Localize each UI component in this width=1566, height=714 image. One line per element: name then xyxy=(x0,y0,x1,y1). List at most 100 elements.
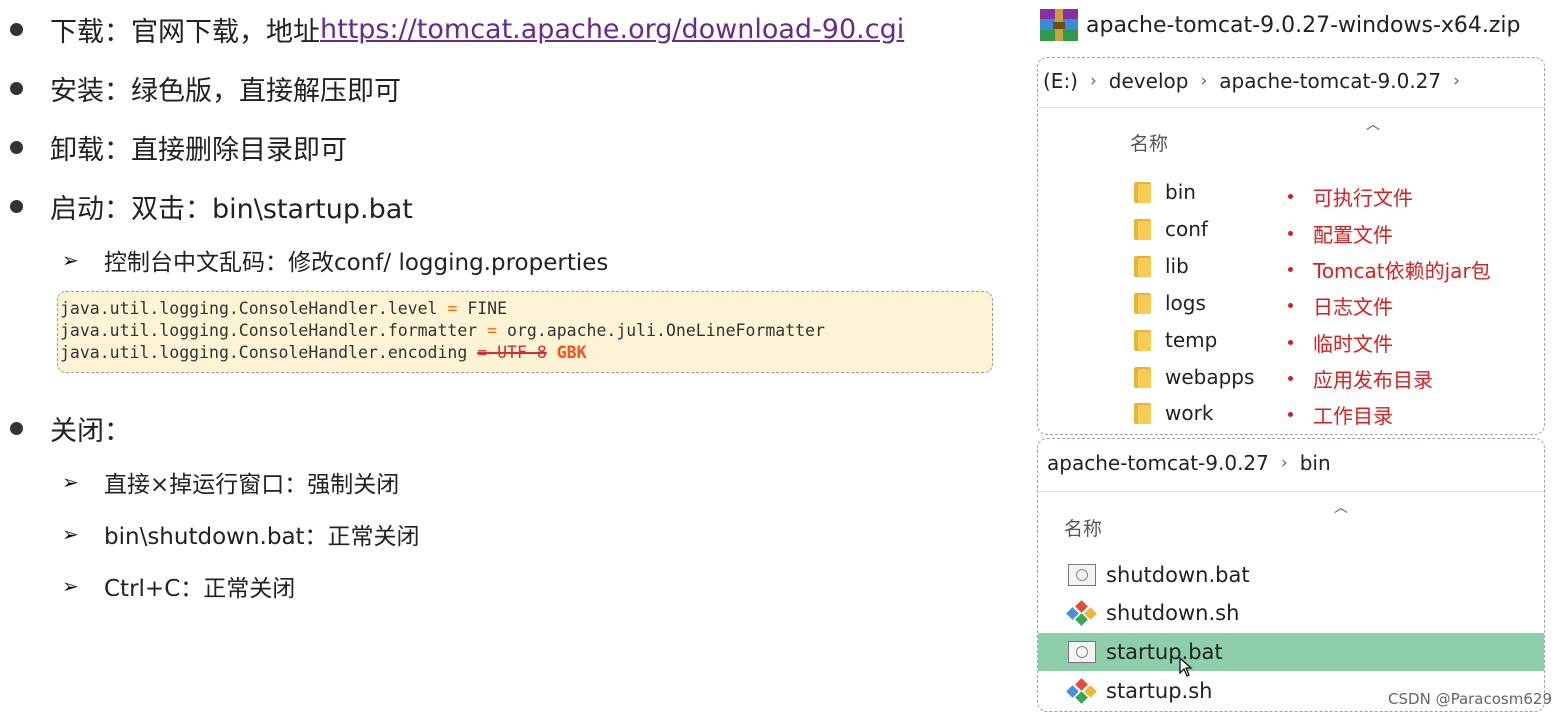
bullet-text: 卸载：直接删除目录即可 xyxy=(50,134,347,166)
bullet-text: 下载：官网下载，地址 xyxy=(50,16,320,48)
breadcrumb: apache-tomcat-9.0.27 › bin xyxy=(1047,451,1331,475)
folder-item-temp[interactable]: temp xyxy=(1134,323,1217,357)
download-link[interactable]: https://tomcat.apache.org/download-90.cg… xyxy=(320,14,904,45)
sub-item-shutdown: ➢ bin\shutdown.bat：正常关闭 xyxy=(62,517,420,551)
chevron-right-icon: › xyxy=(1280,453,1288,473)
red-bullet-icon xyxy=(1288,230,1293,236)
arrow-bullet-icon: ➢ xyxy=(62,574,79,598)
bullet-startup: 启动：双击：bin\startup.bat xyxy=(10,186,413,226)
sh-file-icon xyxy=(1066,678,1097,704)
code-operator: = xyxy=(447,299,458,318)
folder-item-webapps[interactable]: webapps xyxy=(1134,360,1254,394)
code-line-1: java.util.logging.ConsoleHandler.level =… xyxy=(60,298,992,320)
file-name: startup.sh xyxy=(1106,679,1213,703)
file-name: startup.bat xyxy=(1106,640,1223,664)
bullet-dot xyxy=(10,421,23,435)
file-item-shutdown-bat[interactable]: shutdown.bat xyxy=(1038,556,1544,594)
sort-caret-icon[interactable]: ︿ xyxy=(1334,497,1348,517)
chevron-right-icon: › xyxy=(1200,71,1208,91)
breadcrumb-drive[interactable]: (E:) xyxy=(1043,69,1078,93)
folder-name: bin xyxy=(1165,180,1196,204)
sub-item-ctrl-c: ➢ Ctrl+C：正常关闭 xyxy=(62,569,295,603)
sub-item-text: Ctrl+C：正常关闭 xyxy=(104,576,296,602)
folder-name: conf xyxy=(1165,217,1208,241)
zip-file[interactable]: apache-tomcat-9.0.27-windows-x64.zip xyxy=(1038,6,1521,44)
folder-item-lib[interactable]: lib xyxy=(1134,249,1189,283)
code-old-value: UTF-8 xyxy=(497,343,547,362)
bullet-dot xyxy=(10,199,23,213)
chevron-right-icon[interactable]: › xyxy=(1453,71,1460,91)
breadcrumb-bin[interactable]: bin xyxy=(1300,451,1331,475)
folder-item-bin[interactable]: bin xyxy=(1134,175,1196,209)
breadcrumb-develop[interactable]: develop xyxy=(1109,69,1189,93)
folder-icon xyxy=(1134,366,1151,388)
code-line-3: java.util.logging.ConsoleHandler.encodin… xyxy=(60,342,992,364)
folder-icon xyxy=(1134,181,1151,203)
sub-item-text: 直接×掉运行窗口：强制关闭 xyxy=(104,472,400,498)
breadcrumb: (E:) › develop › apache-tomcat-9.0.27 › xyxy=(1043,69,1472,93)
code-key: java.util.logging.ConsoleHandler.encodin… xyxy=(60,343,468,362)
sub-item-text: 控制台中文乱码：修改conf/ logging.properties xyxy=(104,250,609,276)
bullet-uninstall: 卸载：直接删除目录即可 xyxy=(10,127,347,167)
bullet-close: 关闭： xyxy=(10,408,131,448)
code-line-2: java.util.logging.ConsoleHandler.formatt… xyxy=(60,320,992,342)
zip-filename: apache-tomcat-9.0.27-windows-x64.zip xyxy=(1086,12,1521,38)
sub-item-text: bin\shutdown.bat：正常关闭 xyxy=(104,524,420,550)
bullet-text: 关闭： xyxy=(50,415,131,447)
red-bullet-icon xyxy=(1288,302,1293,308)
bullet-download: 下载：官网下载，地址 https://tomcat.apache.org/dow… xyxy=(10,9,904,49)
red-bullet-icon xyxy=(1288,339,1293,345)
annotation-text: 配置文件 xyxy=(1313,222,1393,247)
column-header-name[interactable]: 名称 xyxy=(1130,129,1168,156)
annotation-text: 可执行文件 xyxy=(1313,185,1413,210)
folder-annotation: 工作目录 xyxy=(1288,397,1393,431)
folder-annotation: 临时文件 xyxy=(1288,325,1393,359)
bullet-dot xyxy=(10,140,23,154)
code-key: java.util.logging.ConsoleHandler.level xyxy=(60,299,438,318)
breadcrumb-tomcat[interactable]: apache-tomcat-9.0.27 xyxy=(1219,69,1441,93)
folder-name: logs xyxy=(1165,291,1206,315)
divider xyxy=(1038,491,1544,492)
breadcrumb-tomcat[interactable]: apache-tomcat-9.0.27 xyxy=(1047,451,1269,475)
annotation-text: 临时文件 xyxy=(1313,331,1393,356)
bullet-dot xyxy=(10,22,23,36)
sort-caret-icon[interactable]: ︿ xyxy=(1366,114,1380,134)
file-name: shutdown.bat xyxy=(1106,563,1250,587)
folder-icon xyxy=(1134,255,1151,277)
bullet-text: 启动：双击：bin\startup.bat xyxy=(50,193,413,225)
red-bullet-icon xyxy=(1288,375,1293,381)
bullet-text: 安装：绿色版，直接解压即可 xyxy=(50,75,401,107)
bullet-dot xyxy=(10,81,23,95)
file-name: shutdown.sh xyxy=(1106,601,1240,625)
file-item-shutdown-sh[interactable]: shutdown.sh xyxy=(1038,594,1544,632)
folder-annotation: 配置文件 xyxy=(1288,216,1393,250)
column-header-name[interactable]: 名称 xyxy=(1064,514,1102,541)
annotation-text: 日志文件 xyxy=(1313,294,1393,319)
arrow-bullet-icon: ➢ xyxy=(62,522,79,546)
folder-name: webapps xyxy=(1165,365,1255,389)
folder-icon xyxy=(1134,292,1151,314)
folder-item-logs[interactable]: logs xyxy=(1134,286,1206,320)
folder-annotation: 应用发布目录 xyxy=(1288,361,1433,395)
sh-file-icon xyxy=(1066,600,1097,626)
folder-icon xyxy=(1134,218,1151,240)
code-operator: = xyxy=(487,321,498,340)
bat-file-icon xyxy=(1068,564,1096,586)
folder-item-conf[interactable]: conf xyxy=(1134,212,1208,246)
folder-annotation: Tomcat依赖的jar包 xyxy=(1288,252,1491,286)
chevron-right-icon: › xyxy=(1089,71,1097,91)
watermark: CSDN @Paracosm629 xyxy=(1388,690,1552,708)
folder-item-work[interactable]: work xyxy=(1134,396,1213,430)
annotation-text: Tomcat依赖的jar包 xyxy=(1313,258,1491,283)
bat-file-icon xyxy=(1068,641,1096,663)
annotation-text: 工作目录 xyxy=(1313,403,1393,428)
red-bullet-icon xyxy=(1288,411,1293,417)
red-bullet-icon xyxy=(1288,193,1293,199)
bullet-install: 安装：绿色版，直接解压即可 xyxy=(10,68,401,108)
arrow-bullet-icon: ➢ xyxy=(62,248,79,272)
divider xyxy=(1038,107,1544,108)
code-new-value: GBK xyxy=(556,343,587,362)
code-operator: = xyxy=(477,343,488,362)
code-value: FINE xyxy=(467,299,508,318)
file-item-startup-bat[interactable]: startup.bat xyxy=(1038,633,1544,677)
